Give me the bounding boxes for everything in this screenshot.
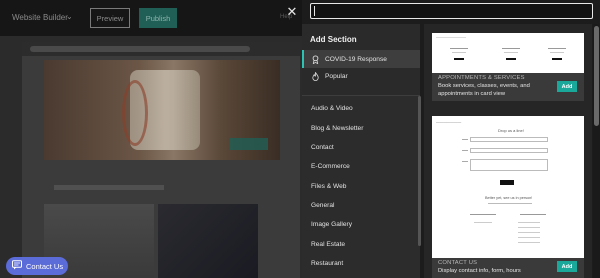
card-label: CONTACT US xyxy=(438,260,478,266)
appointments-thumbnail[interactable] xyxy=(432,33,584,73)
category-label: E-Commerce xyxy=(311,162,350,170)
thumb-line xyxy=(518,232,540,233)
thumb-line xyxy=(452,52,466,53)
category-audio-video[interactable]: Audio & Video xyxy=(302,99,420,117)
section-heading-placeholder xyxy=(54,185,164,190)
category-image-gallery[interactable]: Image Gallery xyxy=(302,215,420,233)
thumb-line xyxy=(518,237,540,238)
category-label: COVID-19 Response xyxy=(325,55,387,63)
canvas-url xyxy=(30,46,250,52)
category-label: Audio & Video xyxy=(311,104,353,112)
category-e-commerce[interactable]: E-Commerce xyxy=(302,157,420,175)
category-label: Popular xyxy=(325,72,348,80)
add-contact-us-button[interactable]: Add xyxy=(557,261,577,272)
category-label: Contact xyxy=(311,143,334,151)
thumb-field xyxy=(470,137,548,142)
thumb-button xyxy=(500,180,514,185)
category-label: Image Gallery xyxy=(311,220,353,228)
publish-button: Publish xyxy=(139,8,177,28)
thumb-field xyxy=(470,148,548,153)
thumb-button xyxy=(506,58,516,60)
preview-scrollbar[interactable] xyxy=(594,26,599,126)
award-ribbon-icon xyxy=(311,54,320,64)
category-label: Restaurant xyxy=(311,259,344,267)
thumb-line xyxy=(462,139,468,140)
category-restaurant[interactable]: Restaurant xyxy=(302,254,420,272)
category-label: General xyxy=(311,201,335,209)
preview-button: Preview xyxy=(90,8,130,28)
thumb-text: ——————— xyxy=(436,120,462,124)
app-title: Website Builder xyxy=(12,13,68,22)
thumb-line xyxy=(462,150,468,151)
category-blog-newsletter[interactable]: Blog & Newsletter xyxy=(302,119,420,137)
thumb-line xyxy=(502,48,520,49)
thumb-line xyxy=(548,48,566,49)
flame-icon xyxy=(311,71,320,81)
thumb-button xyxy=(552,58,562,60)
panel-title: Add Section xyxy=(310,35,357,44)
thumb-line xyxy=(518,222,540,223)
thumb-line xyxy=(518,227,540,228)
gallery-image xyxy=(158,204,258,278)
category-general[interactable]: General xyxy=(302,196,420,214)
thumb-line xyxy=(520,214,546,215)
category-real-estate[interactable]: Real Estate xyxy=(302,235,420,253)
thumb-line xyxy=(470,214,496,215)
thumb-subheading: Better yet, see us in person! xyxy=(485,196,533,200)
close-icon[interactable]: ✕ xyxy=(285,5,299,19)
contact-us-button[interactable]: Contact Us xyxy=(6,257,68,275)
thumb-line xyxy=(504,52,518,53)
contact-us-label: Contact Us xyxy=(26,261,64,271)
add-appointments-button[interactable]: Add xyxy=(557,81,577,92)
card-description: Book services, classes, events, and appo… xyxy=(438,83,530,97)
thumb-line xyxy=(550,52,564,53)
thumb-field xyxy=(470,159,548,171)
category-files-web[interactable]: Files & Web xyxy=(302,177,420,195)
section-search-input[interactable] xyxy=(310,3,593,19)
category-label: Blog & Newsletter xyxy=(311,124,364,132)
category-covid-19-response[interactable]: COVID-19 Response xyxy=(302,50,420,68)
hero-cta xyxy=(230,138,268,150)
hero-bangle xyxy=(122,80,148,146)
chat-icon xyxy=(12,260,22,272)
category-label: Real Estate xyxy=(311,240,346,248)
search-caret xyxy=(314,6,315,16)
category-scrollbar[interactable] xyxy=(418,96,421,246)
card-label: APPOINTMENTS & SERVICES xyxy=(438,75,525,81)
thumb-line xyxy=(436,37,466,38)
thumb-line xyxy=(474,222,492,223)
thumb-heading: Drop us a line! xyxy=(498,128,524,133)
chevron-down-icon: ⌄ xyxy=(66,12,73,21)
thumb-line xyxy=(488,203,532,204)
thumb-line xyxy=(462,161,468,162)
thumb-button xyxy=(454,58,464,60)
thumb-line xyxy=(450,48,468,49)
category-label: Files & Web xyxy=(311,182,347,190)
category-popular[interactable]: Popular xyxy=(302,67,420,85)
card-description: Display contact info, form, hours xyxy=(438,268,521,274)
thumb-line xyxy=(518,242,540,243)
category-contact[interactable]: Contact xyxy=(302,138,420,156)
